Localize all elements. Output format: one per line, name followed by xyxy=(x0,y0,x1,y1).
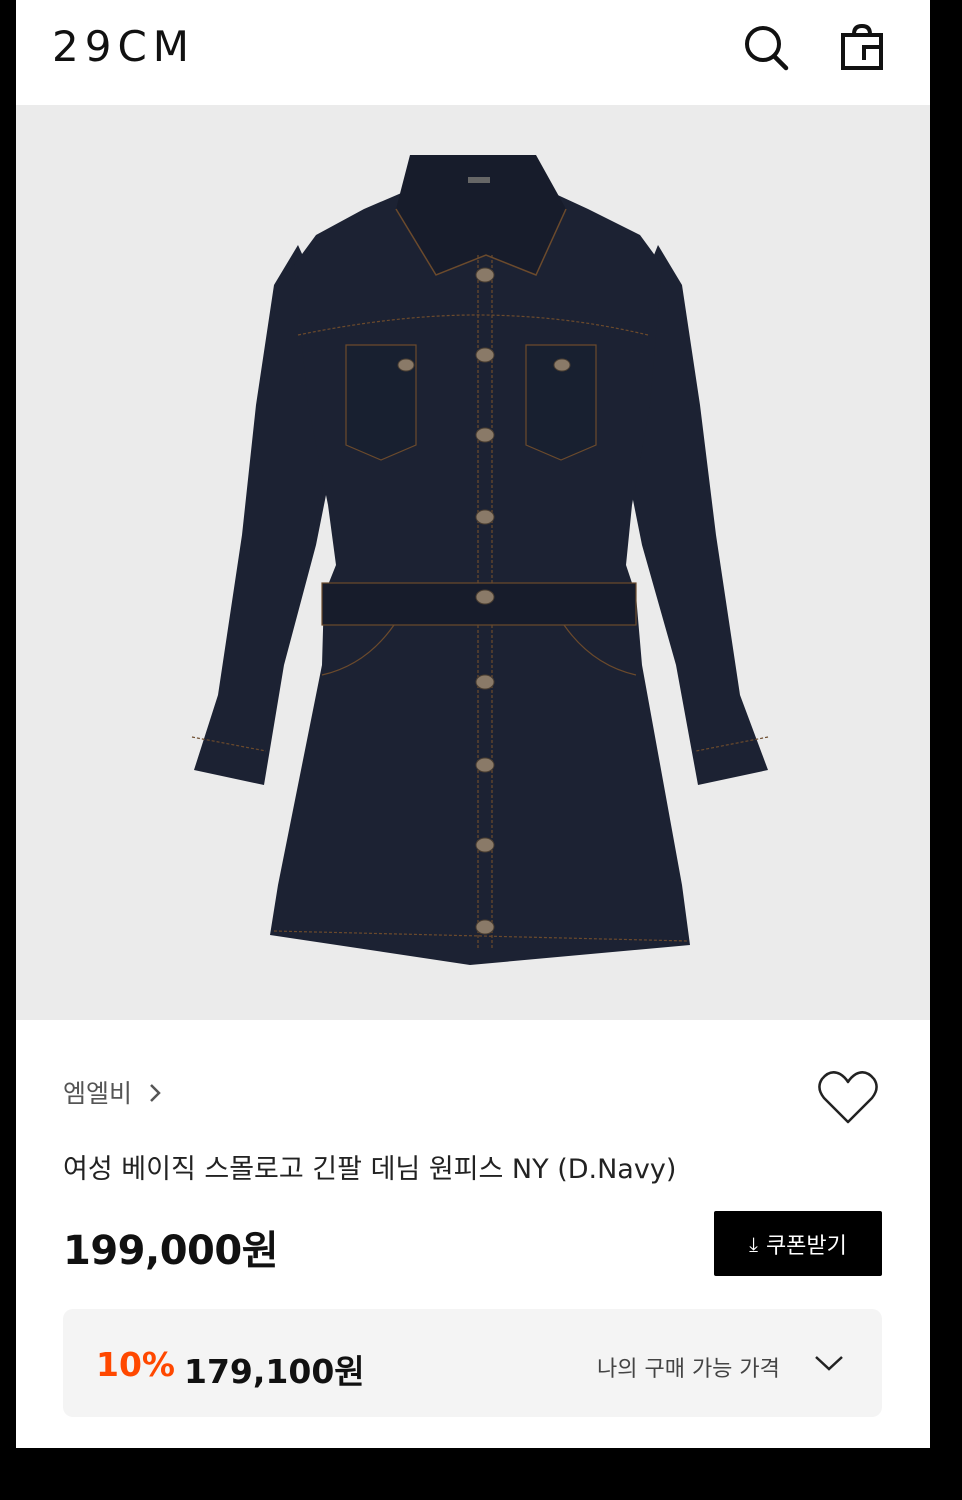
product-price: 199,000원 xyxy=(63,1228,279,1274)
download-icon: ⤓ xyxy=(749,1231,758,1256)
product-title: 여성 베이직 스몰로고 긴팔 데님 원피스 NY (D.Navy) xyxy=(63,1154,677,1185)
coupon-button[interactable]: ⤓ 쿠폰받기 xyxy=(714,1211,882,1276)
logo[interactable]: 29CM xyxy=(52,22,195,71)
my-price-panel[interactable]: 10% 179,100원 나의 구매 가능 가격 xyxy=(63,1309,882,1417)
my-price-label: 나의 구매 가능 가격 xyxy=(597,1357,780,1382)
coupon-button-label: 쿠폰받기 xyxy=(765,1233,847,1259)
heart-icon[interactable] xyxy=(816,1068,880,1128)
discount-price: 179,100원 xyxy=(184,1352,365,1391)
discount-rate: 10% xyxy=(96,1345,175,1384)
product-image[interactable] xyxy=(16,105,930,1020)
chevron-right-icon[interactable] xyxy=(148,1082,162,1108)
shopping-bag-icon[interactable] xyxy=(834,20,890,76)
brand-name[interactable]: 엠엘비 xyxy=(63,1074,132,1110)
app-screen: 29CM 엠엘비 여성 베이직 스몰로고 긴팔 데님 원피스 NY (D.Nav… xyxy=(16,0,930,1448)
header: 29CM xyxy=(16,0,930,105)
chevron-down-icon[interactable] xyxy=(813,1353,845,1377)
search-icon[interactable] xyxy=(738,20,794,76)
